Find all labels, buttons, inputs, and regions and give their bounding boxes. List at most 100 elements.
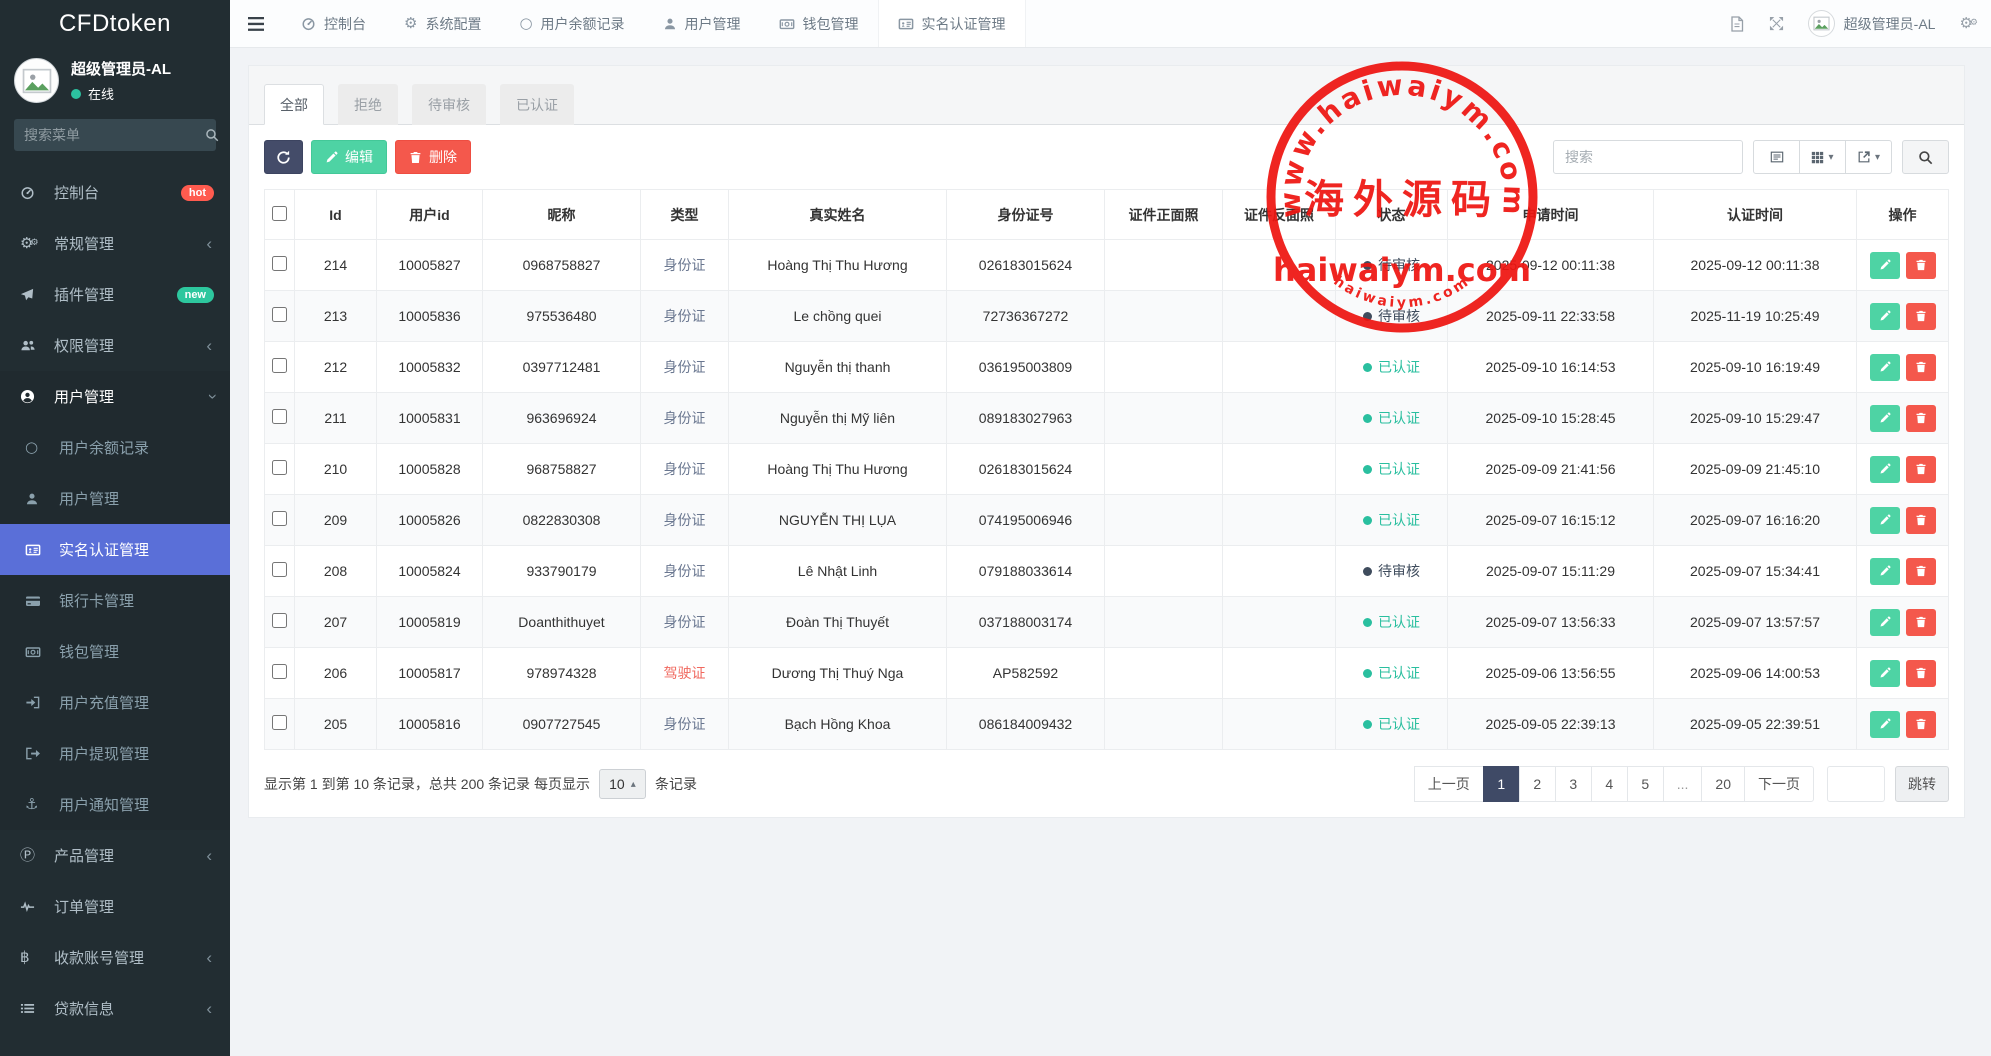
cell-type: 身份证	[641, 393, 729, 444]
page-size-select[interactable]: 10 ▴	[599, 769, 646, 799]
page-button[interactable]: 3	[1555, 766, 1592, 802]
fullscreen-icon[interactable]	[1769, 16, 1784, 31]
sidebar-item[interactable]: 用户管理 ‹	[0, 371, 230, 422]
row-checkbox[interactable]	[272, 715, 287, 730]
sidebar-item[interactable]: Ⓟ 产品管理 ‹	[0, 830, 230, 881]
select-all-checkbox[interactable]	[272, 206, 287, 221]
topnav-item[interactable]: 实名认证管理	[878, 0, 1026, 47]
sidebar-item[interactable]: 订单管理	[0, 881, 230, 932]
delete-row-button[interactable]	[1906, 405, 1936, 432]
gears-icon[interactable]: ⚙⚙	[1959, 16, 1978, 31]
row-checkbox[interactable]	[272, 460, 287, 475]
page-button[interactable]: 1	[1483, 766, 1520, 802]
row-checkbox[interactable]	[272, 511, 287, 526]
delete-row-button[interactable]	[1906, 558, 1936, 585]
edit-row-button[interactable]	[1870, 711, 1900, 738]
chevron-icon: ‹	[206, 337, 212, 354]
cell-actions	[1857, 342, 1949, 393]
menu-toggle-button[interactable]	[230, 0, 282, 47]
sidebar-item[interactable]: 银行卡管理	[0, 575, 230, 626]
topnav-item[interactable]: ⚙ 系统配置	[385, 0, 500, 47]
row-checkbox[interactable]	[272, 358, 287, 373]
tab[interactable]: 已认证	[500, 84, 574, 125]
edit-button[interactable]: 编辑	[311, 140, 387, 174]
page-button[interactable]: 上一页	[1414, 766, 1484, 802]
page-button[interactable]: ...	[1663, 766, 1703, 802]
sidebar-item[interactable]: 实名认证管理	[0, 524, 230, 575]
columns-button[interactable]: ▾	[1799, 140, 1846, 174]
delete-button[interactable]: 删除	[395, 140, 471, 174]
topnav-item-label: 系统配置	[425, 14, 481, 34]
row-checkbox[interactable]	[272, 562, 287, 577]
table-search-input[interactable]	[1553, 140, 1743, 174]
sidebar-item[interactable]: 贷款信息 ‹	[0, 983, 230, 1034]
tab[interactable]: 全部	[264, 84, 324, 125]
delete-row-button[interactable]	[1906, 354, 1936, 381]
row-checkbox[interactable]	[272, 664, 287, 679]
sidebar-item[interactable]: 用户提现管理	[0, 728, 230, 779]
delete-row-button[interactable]	[1906, 660, 1936, 687]
sidebar-item[interactable]: ○ 用户余额记录	[0, 422, 230, 473]
row-checkbox[interactable]	[272, 256, 287, 271]
topnav-item[interactable]: 钱包管理	[760, 0, 878, 47]
sidebar-item[interactable]: 钱包管理	[0, 626, 230, 677]
delete-row-button[interactable]	[1906, 456, 1936, 483]
cell-id: 211	[295, 393, 377, 444]
page-button[interactable]: 5	[1627, 766, 1664, 802]
edit-row-button[interactable]	[1870, 252, 1900, 279]
topnav-item[interactable]: 控制台	[282, 0, 385, 47]
status-label: 已认证	[1378, 510, 1420, 530]
admin-menu[interactable]: 超级管理员-AL	[1808, 10, 1936, 37]
sidebar-item[interactable]: 权限管理 ‹	[0, 320, 230, 371]
edit-row-button[interactable]	[1870, 558, 1900, 585]
jump-page-input[interactable]	[1827, 766, 1885, 802]
signin-icon	[25, 695, 52, 710]
brand-logo[interactable]: CFDtoken	[0, 0, 230, 48]
page-button[interactable]: 4	[1591, 766, 1628, 802]
detail-view-button[interactable]	[1753, 140, 1800, 174]
sidebar-item[interactable]: ฿ 收款账号管理 ‹	[0, 932, 230, 983]
topnav-item[interactable]: 用户管理	[644, 0, 760, 47]
edit-row-button[interactable]	[1870, 405, 1900, 432]
sidebar-item[interactable]: 用户充值管理	[0, 677, 230, 728]
search-icon[interactable]	[205, 128, 219, 142]
sidebar-item[interactable]: 用户管理	[0, 473, 230, 524]
tab[interactable]: 待审核	[412, 84, 486, 125]
cell-id-front-photo	[1105, 648, 1223, 699]
sidebar-item[interactable]: ⚓ 用户通知管理	[0, 779, 230, 830]
sidebar-item[interactable]: ⚙⚙ 常规管理 ‹	[0, 218, 230, 269]
page-button[interactable]: 2	[1519, 766, 1556, 802]
edit-row-button[interactable]	[1870, 456, 1900, 483]
search-button[interactable]	[1902, 140, 1949, 174]
cell-select	[265, 495, 295, 546]
jump-button[interactable]: 跳转	[1895, 766, 1949, 802]
page-button[interactable]: 20	[1701, 766, 1745, 802]
edit-row-button[interactable]	[1870, 660, 1900, 687]
cell-type: 身份证	[641, 444, 729, 495]
delete-row-button[interactable]	[1906, 252, 1936, 279]
delete-row-button[interactable]	[1906, 303, 1936, 330]
edit-row-button[interactable]	[1870, 354, 1900, 381]
row-checkbox[interactable]	[272, 613, 287, 628]
menu-search-input[interactable]	[24, 127, 205, 143]
export-button[interactable]: ▾	[1845, 140, 1892, 174]
edit-row-button[interactable]	[1870, 303, 1900, 330]
row-checkbox[interactable]	[272, 409, 287, 424]
sidebar-item[interactable]: 插件管理 new	[0, 269, 230, 320]
edit-row-button[interactable]	[1870, 609, 1900, 636]
row-checkbox[interactable]	[272, 307, 287, 322]
sidebar-item[interactable]: 控制台 hot	[0, 167, 230, 218]
delete-row-button[interactable]	[1906, 711, 1936, 738]
topnav-item[interactable]: ○ 用户余额记录	[500, 0, 643, 47]
page-button[interactable]: 下一页	[1744, 766, 1814, 802]
tab[interactable]: 拒绝	[338, 84, 398, 125]
edit-row-button[interactable]	[1870, 507, 1900, 534]
topbar-right: 超级管理员-AL ⚙⚙	[1729, 10, 1991, 37]
file-icon[interactable]	[1729, 16, 1745, 32]
delete-row-button[interactable]	[1906, 609, 1936, 636]
chevron-icon: ‹	[206, 1000, 212, 1017]
pencil-icon	[1879, 310, 1891, 322]
refresh-button[interactable]	[264, 140, 303, 174]
delete-row-button[interactable]	[1906, 507, 1936, 534]
delete-button-label: 删除	[429, 147, 457, 167]
